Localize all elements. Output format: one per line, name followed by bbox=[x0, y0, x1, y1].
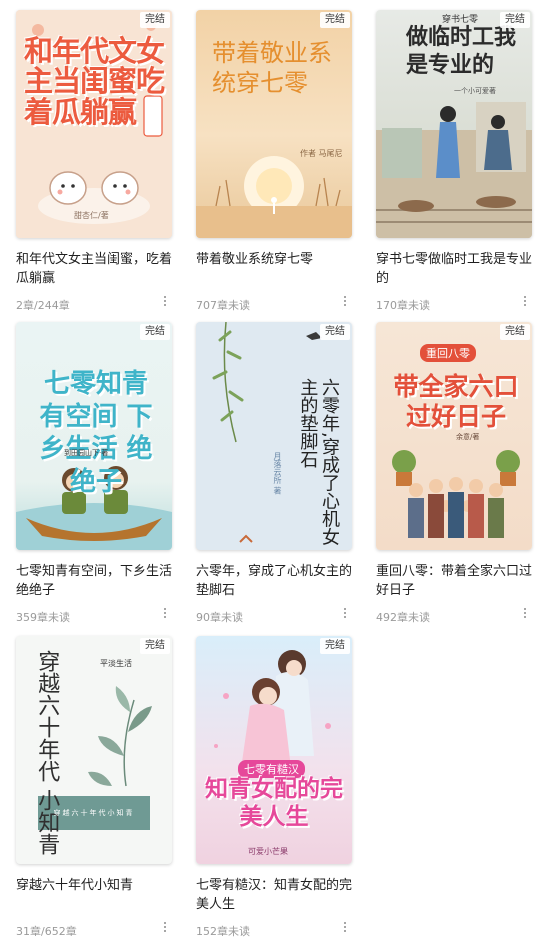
book-grid: 和年代文女主当闺蜜吃着瓜躺赢 甜杏仁/著 完结 和年代文女主当闺蜜，吃着瓜躺赢 … bbox=[0, 0, 560, 938]
status-badge: 完结 bbox=[140, 324, 170, 340]
book-cover[interactable]: 七零知青有空间 下乡生活 绝绝子 到田园山下·著 完结 bbox=[16, 322, 172, 550]
book-meta: 31章/652章 bbox=[16, 920, 172, 938]
book-meta: 152章未读 bbox=[196, 920, 352, 938]
book-card[interactable]: 带着敬业系统穿七零 作者 马尾尼 完结 带着敬业系统穿七零 707章未读 bbox=[196, 10, 352, 312]
cover-author: 一个小可爱著 bbox=[454, 87, 496, 95]
cover-band-text: 穿越六十年代小知青 bbox=[53, 809, 135, 817]
book-meta: 359章未读 bbox=[16, 606, 172, 624]
book-card[interactable]: 六零年,穿成了心机女主的垫脚石 月落云所 著 完结 六零年，穿成了心机女主的垫脚… bbox=[196, 322, 352, 624]
more-options-icon[interactable] bbox=[342, 606, 348, 620]
cover-author: 可爱小芒果 bbox=[248, 847, 288, 856]
status-badge: 完结 bbox=[320, 638, 350, 654]
cover-title: 知青女配的完美人生 bbox=[205, 776, 343, 830]
cover-title: 带着敬业系统穿七零 bbox=[212, 39, 332, 97]
status-badge: 完结 bbox=[140, 638, 170, 654]
chapter-count: 359章未读 bbox=[16, 611, 70, 624]
book-card[interactable]: 穿书七零 做临时工我是专业的 一个小可爱著 完结 穿书七零做临时工我是专业的 1… bbox=[376, 10, 532, 312]
book-meta: 492章未读 bbox=[376, 606, 532, 624]
cover-author: 月落云所 著 bbox=[273, 452, 282, 495]
book-title[interactable]: 七零有糙汉：知青女配的完美人生 bbox=[196, 876, 352, 914]
cover-title: 六零年,穿成了心机女主的垫脚石 bbox=[297, 378, 340, 546]
status-badge: 完结 bbox=[140, 12, 170, 28]
chapter-count: 31章/652章 bbox=[16, 925, 77, 938]
book-card[interactable]: 穿越六十年代 小知青 平淡生活 穿越六十年代小知青 完结 穿越六十年代小知青 3… bbox=[16, 636, 172, 938]
book-title[interactable]: 重回八零：带着全家六口过好日子 bbox=[376, 562, 532, 600]
book-card[interactable]: 重回八零 带全家六口 过好日子 余意/著 完结 重回八零：带着全家六口过好日子 … bbox=[376, 322, 532, 624]
book-cover[interactable]: 穿越六十年代 小知青 平淡生活 穿越六十年代小知青 完结 bbox=[16, 636, 172, 864]
book-title[interactable]: 六零年，穿成了心机女主的垫脚石 bbox=[196, 562, 352, 600]
more-options-icon[interactable] bbox=[522, 294, 528, 308]
book-meta: 2章/244章 bbox=[16, 294, 172, 312]
more-options-icon[interactable] bbox=[342, 294, 348, 308]
cover-author: 甜杏仁/著 bbox=[74, 211, 109, 220]
cover-tag: 重回八零 bbox=[420, 344, 476, 362]
chapter-count: 170章未读 bbox=[376, 299, 430, 312]
book-cover[interactable]: 和年代文女主当闺蜜吃着瓜躺赢 甜杏仁/著 完结 bbox=[16, 10, 172, 238]
book-title[interactable]: 带着敬业系统穿七零 bbox=[196, 250, 352, 288]
book-cover[interactable]: 七零有糙汉 知青女配的完美人生 可爱小芒果 完结 bbox=[196, 636, 352, 864]
book-meta: 90章未读 bbox=[196, 606, 352, 624]
book-meta: 170章未读 bbox=[376, 294, 532, 312]
book-cover[interactable]: 重回八零 带全家六口 过好日子 余意/著 完结 bbox=[376, 322, 532, 550]
book-meta: 707章未读 bbox=[196, 294, 352, 312]
book-title[interactable]: 穿越六十年代小知青 bbox=[16, 876, 172, 914]
book-cover[interactable]: 带着敬业系统穿七零 作者 马尾尼 完结 bbox=[196, 10, 352, 238]
book-title[interactable]: 穿书七零做临时工我是专业的 bbox=[376, 250, 532, 288]
status-badge: 完结 bbox=[500, 324, 530, 340]
status-badge: 完结 bbox=[320, 324, 350, 340]
book-card[interactable]: 七零有糙汉 知青女配的完美人生 可爱小芒果 完结 七零有糙汉：知青女配的完美人生… bbox=[196, 636, 352, 938]
chapter-count: 707章未读 bbox=[196, 299, 250, 312]
book-cover[interactable]: 穿书七零 做临时工我是专业的 一个小可爱著 完结 bbox=[376, 10, 532, 238]
chapter-count: 2章/244章 bbox=[16, 299, 70, 312]
more-options-icon[interactable] bbox=[162, 606, 168, 620]
status-badge: 完结 bbox=[320, 12, 350, 28]
chapter-count: 152章未读 bbox=[196, 925, 250, 938]
book-title[interactable]: 七零知青有空间，下乡生活绝绝子 bbox=[16, 562, 172, 600]
cover-title: 七零知青有空间 下乡生活 绝绝子 bbox=[39, 369, 153, 497]
chapter-count: 492章未读 bbox=[376, 611, 430, 624]
cover-author: 作者 马尾尼 bbox=[300, 149, 343, 158]
book-title[interactable]: 和年代文女主当闺蜜，吃着瓜躺赢 bbox=[16, 250, 172, 288]
book-card[interactable]: 和年代文女主当闺蜜吃着瓜躺赢 甜杏仁/著 完结 和年代文女主当闺蜜，吃着瓜躺赢 … bbox=[16, 10, 172, 312]
book-card[interactable]: 七零知青有空间 下乡生活 绝绝子 到田园山下·著 完结 七零知青有空间，下乡生活… bbox=[16, 322, 172, 624]
cover-author: 到田园山下·著 bbox=[64, 449, 109, 457]
more-options-icon[interactable] bbox=[162, 920, 168, 934]
chapter-count: 90章未读 bbox=[196, 611, 243, 624]
book-cover[interactable]: 六零年,穿成了心机女主的垫脚石 月落云所 著 完结 bbox=[196, 322, 352, 550]
cover-author: 余意/著 bbox=[456, 433, 480, 441]
cover-title: 做临时工我是专业的 bbox=[406, 25, 517, 78]
more-options-icon[interactable] bbox=[162, 294, 168, 308]
cover-author: 平淡生活 bbox=[100, 659, 132, 668]
more-options-icon[interactable] bbox=[522, 606, 528, 620]
cover-title: 和年代文女主当闺蜜吃着瓜躺赢 bbox=[24, 34, 165, 129]
status-badge: 完结 bbox=[500, 12, 530, 28]
more-options-icon[interactable] bbox=[342, 920, 348, 934]
cover-title: 带全家六口 过好日子 bbox=[393, 372, 519, 431]
cover-title: 穿越六十年代 小知青 bbox=[34, 650, 60, 855]
